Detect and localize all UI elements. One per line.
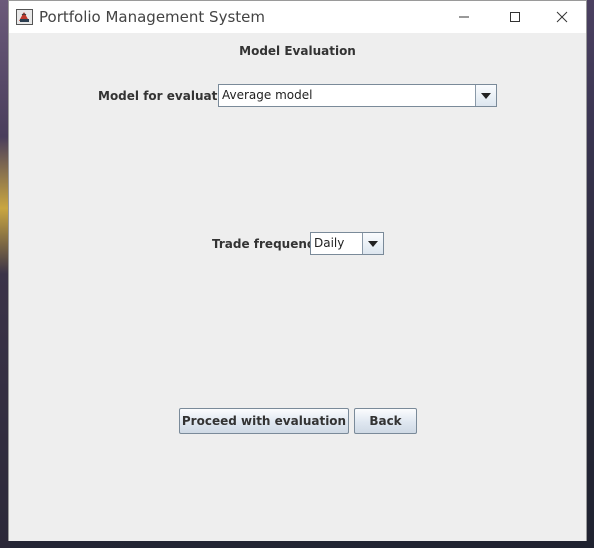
trade-frequency-value: Daily [314, 236, 345, 250]
close-icon[interactable] [539, 1, 585, 33]
chevron-down-icon[interactable] [362, 233, 383, 254]
maximize-icon[interactable] [492, 1, 538, 33]
title-bar[interactable]: Portfolio Management System [9, 1, 586, 33]
minimize-icon[interactable] [441, 1, 487, 33]
page-title: Model Evaluation [239, 44, 356, 58]
content-panel: Model Evaluation Model for evaluation Av… [9, 33, 586, 541]
trade-frequency-label: Trade frequency [212, 237, 322, 251]
proceed-button[interactable]: Proceed with evaluation [179, 408, 349, 434]
chevron-down-icon[interactable] [475, 85, 496, 106]
app-window: Portfolio Management System Model Evalua… [8, 0, 587, 541]
trade-frequency-select[interactable]: Daily [310, 232, 384, 255]
back-button[interactable]: Back [354, 408, 417, 434]
java-app-icon [16, 9, 33, 25]
window-title: Portfolio Management System [39, 8, 265, 26]
model-select-value: Average model [222, 88, 313, 102]
model-select[interactable]: Average model [218, 84, 497, 107]
